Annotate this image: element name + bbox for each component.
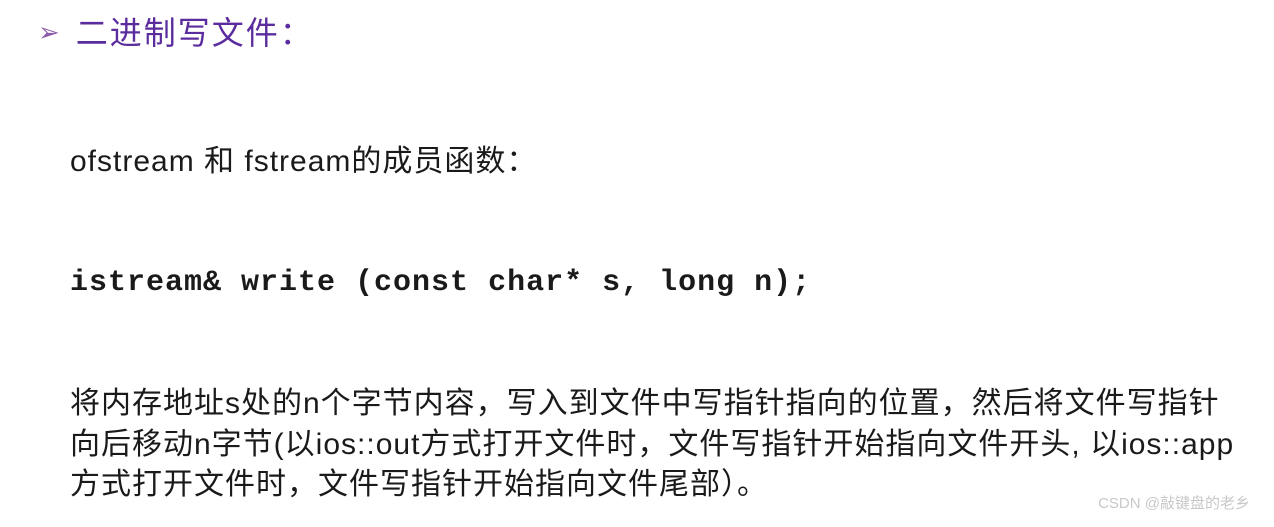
content-body: ofstream 和 fstream的成员函数： istream& write … bbox=[0, 136, 1274, 506]
section-heading: 二进制写文件： bbox=[76, 8, 314, 54]
section-header: ➢ 二进制写文件： bbox=[0, 8, 1274, 54]
function-description: 将内存地址s处的n个字节内容，写入到文件中写指针指向的位置，然后将文件写指针向后… bbox=[70, 384, 1244, 506]
member-function-intro: ofstream 和 fstream的成员函数： bbox=[70, 136, 1244, 180]
function-signature: istream& write (const char* s, long n); bbox=[70, 266, 1244, 300]
csdn-watermark: CSDN @敲键盘的老乡 bbox=[1098, 492, 1250, 513]
triangle-bullet-icon: ➢ bbox=[38, 19, 60, 45]
